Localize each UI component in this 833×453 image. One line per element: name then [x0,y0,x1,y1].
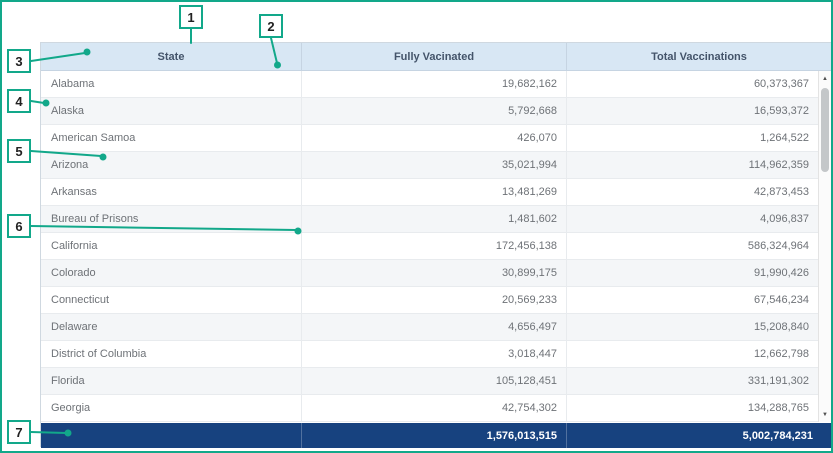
fully-vaccinated-cell: 105,128,451 [301,368,566,394]
state-cell: Georgia [41,395,301,421]
state-cell: California [41,233,301,259]
state-cell: Delaware [41,314,301,340]
table-row[interactable]: Colorado30,899,17591,990,426 [41,260,831,287]
total-row: 1,576,013,515 5,002,784,231 [41,422,831,448]
table-row[interactable]: American Samoa426,0701,264,522 [41,125,831,152]
annotation-3: 3 [7,49,31,73]
total-state-cell [41,423,301,448]
fully-vaccinated-cell: 426,070 [301,125,566,151]
table-row[interactable]: California172,456,138586,324,964 [41,233,831,260]
table-row[interactable]: Florida105,128,451331,191,302 [41,368,831,395]
annotation-4: 4 [7,89,31,113]
scroll-up-icon[interactable]: ▲ [819,72,831,85]
total-vaccinations-cell: 42,873,453 [566,179,831,205]
state-cell: Connecticut [41,287,301,313]
scroll-down-icon[interactable]: ▼ [819,408,831,421]
fully-vaccinated-cell: 3,018,447 [301,341,566,367]
fully-vaccinated-cell: 5,792,668 [301,98,566,124]
state-cell: Alabama [41,71,301,97]
fully-vaccinated-cell: 35,021,994 [301,152,566,178]
table-row[interactable]: Alabama19,682,16260,373,367 [41,71,831,98]
table-row[interactable]: Arkansas13,481,26942,873,453 [41,179,831,206]
table-header-row: State Fully Vacinated Total Vaccinations [41,43,831,71]
scrollbar-thumb[interactable] [821,88,829,172]
total-vaccinations-cell: 1,264,522 [566,125,831,151]
annotation-1: 1 [179,5,203,29]
table-row[interactable]: Bureau of Prisons1,481,6024,096,837 [41,206,831,233]
total-vaccinations-cell: 331,191,302 [566,368,831,394]
annotation-5: 5 [7,139,31,163]
fully-vaccinated-cell: 42,754,302 [301,395,566,421]
total-total-vaccinations-cell: 5,002,784,231 [566,423,831,448]
annotated-table-screenshot: State Fully Vacinated Total Vaccinations… [0,0,833,453]
table-row[interactable]: Alaska5,792,66816,593,372 [41,98,831,125]
fully-vaccinated-cell: 19,682,162 [301,71,566,97]
total-vaccinations-cell: 16,593,372 [566,98,831,124]
table-row[interactable]: Connecticut20,569,23367,546,234 [41,287,831,314]
total-vaccinations-cell: 15,208,840 [566,314,831,340]
table-scrollbar[interactable]: ▲ ▼ [818,71,831,422]
total-vaccinations-cell: 60,373,367 [566,71,831,97]
fully-vaccinated-cell: 30,899,175 [301,260,566,286]
total-vaccinations-cell: 91,990,426 [566,260,831,286]
total-fully-vaccinated-cell: 1,576,013,515 [301,423,566,448]
total-vaccinations-cell: 4,096,837 [566,206,831,232]
table-row[interactable]: District of Columbia3,018,44712,662,798 [41,341,831,368]
fully-vaccinated-cell: 1,481,602 [301,206,566,232]
state-cell: Arizona [41,152,301,178]
column-header-total-vaccinations[interactable]: Total Vaccinations [566,43,831,70]
state-cell: American Samoa [41,125,301,151]
table-row[interactable]: Arizona35,021,994114,962,359 [41,152,831,179]
vaccination-table: State Fully Vacinated Total Vaccinations… [40,42,832,447]
state-cell: Alaska [41,98,301,124]
annotation-7: 7 [7,420,31,444]
column-header-state[interactable]: State [41,43,301,70]
total-vaccinations-cell: 134,288,765 [566,395,831,421]
state-cell: District of Columbia [41,341,301,367]
fully-vaccinated-cell: 172,456,138 [301,233,566,259]
state-cell: Bureau of Prisons [41,206,301,232]
fully-vaccinated-cell: 13,481,269 [301,179,566,205]
total-vaccinations-cell: 586,324,964 [566,233,831,259]
state-cell: Florida [41,368,301,394]
table-body: Alabama19,682,16260,373,367Alaska5,792,6… [41,71,831,422]
total-vaccinations-cell: 12,662,798 [566,341,831,367]
column-header-fully-vaccinated[interactable]: Fully Vacinated [301,43,566,70]
annotation-6: 6 [7,214,31,238]
fully-vaccinated-cell: 20,569,233 [301,287,566,313]
state-cell: Arkansas [41,179,301,205]
total-vaccinations-cell: 67,546,234 [566,287,831,313]
annotation-2: 2 [259,14,283,38]
fully-vaccinated-cell: 4,656,497 [301,314,566,340]
total-vaccinations-cell: 114,962,359 [566,152,831,178]
table-row[interactable]: Georgia42,754,302134,288,765 [41,395,831,422]
table-row[interactable]: Delaware4,656,49715,208,840 [41,314,831,341]
state-cell: Colorado [41,260,301,286]
